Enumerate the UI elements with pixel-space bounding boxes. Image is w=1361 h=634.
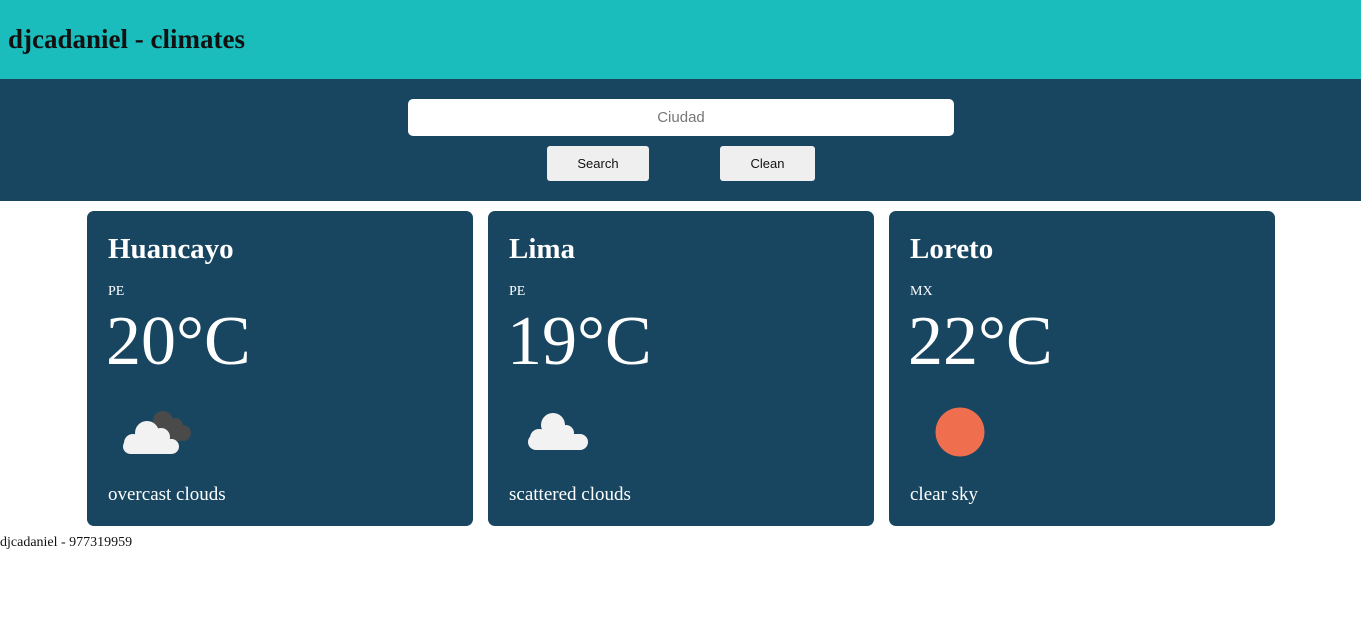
country-code: MX xyxy=(910,284,933,299)
weather-card-loreto: Loreto MX 22°C clear sky xyxy=(889,211,1275,526)
temperature: 20°C xyxy=(106,303,251,380)
app-title: djcadaniel - climates xyxy=(8,24,245,54)
temperature: 19°C xyxy=(507,303,652,380)
clean-button[interactable]: Clean xyxy=(720,146,815,181)
app-header: djcadaniel - climates xyxy=(0,0,1361,79)
clear-sky-icon xyxy=(935,407,985,457)
weather-description: scattered clouds xyxy=(509,484,631,505)
weather-card-lima: Lima PE 19°C scattered clouds xyxy=(488,211,874,526)
city-search-input[interactable] xyxy=(408,99,954,136)
country-code: PE xyxy=(108,284,125,299)
weather-card-huancayo: Huancayo PE 20°C overcast clouds xyxy=(87,211,473,526)
city-name: Lima xyxy=(509,233,576,265)
search-panel: Search Clean xyxy=(0,79,1361,201)
scattered-clouds-icon xyxy=(528,413,588,450)
temperature: 22°C xyxy=(908,303,1053,380)
footer-credit: djcadaniel - 977319959 xyxy=(0,535,133,550)
city-name: Huancayo xyxy=(108,233,234,265)
country-code: PE xyxy=(509,284,526,299)
overcast-clouds-icon xyxy=(123,411,191,454)
search-button[interactable]: Search xyxy=(547,146,649,181)
city-name: Loreto xyxy=(910,233,994,265)
weather-description: clear sky xyxy=(910,484,979,505)
weather-description: overcast clouds xyxy=(108,484,226,505)
